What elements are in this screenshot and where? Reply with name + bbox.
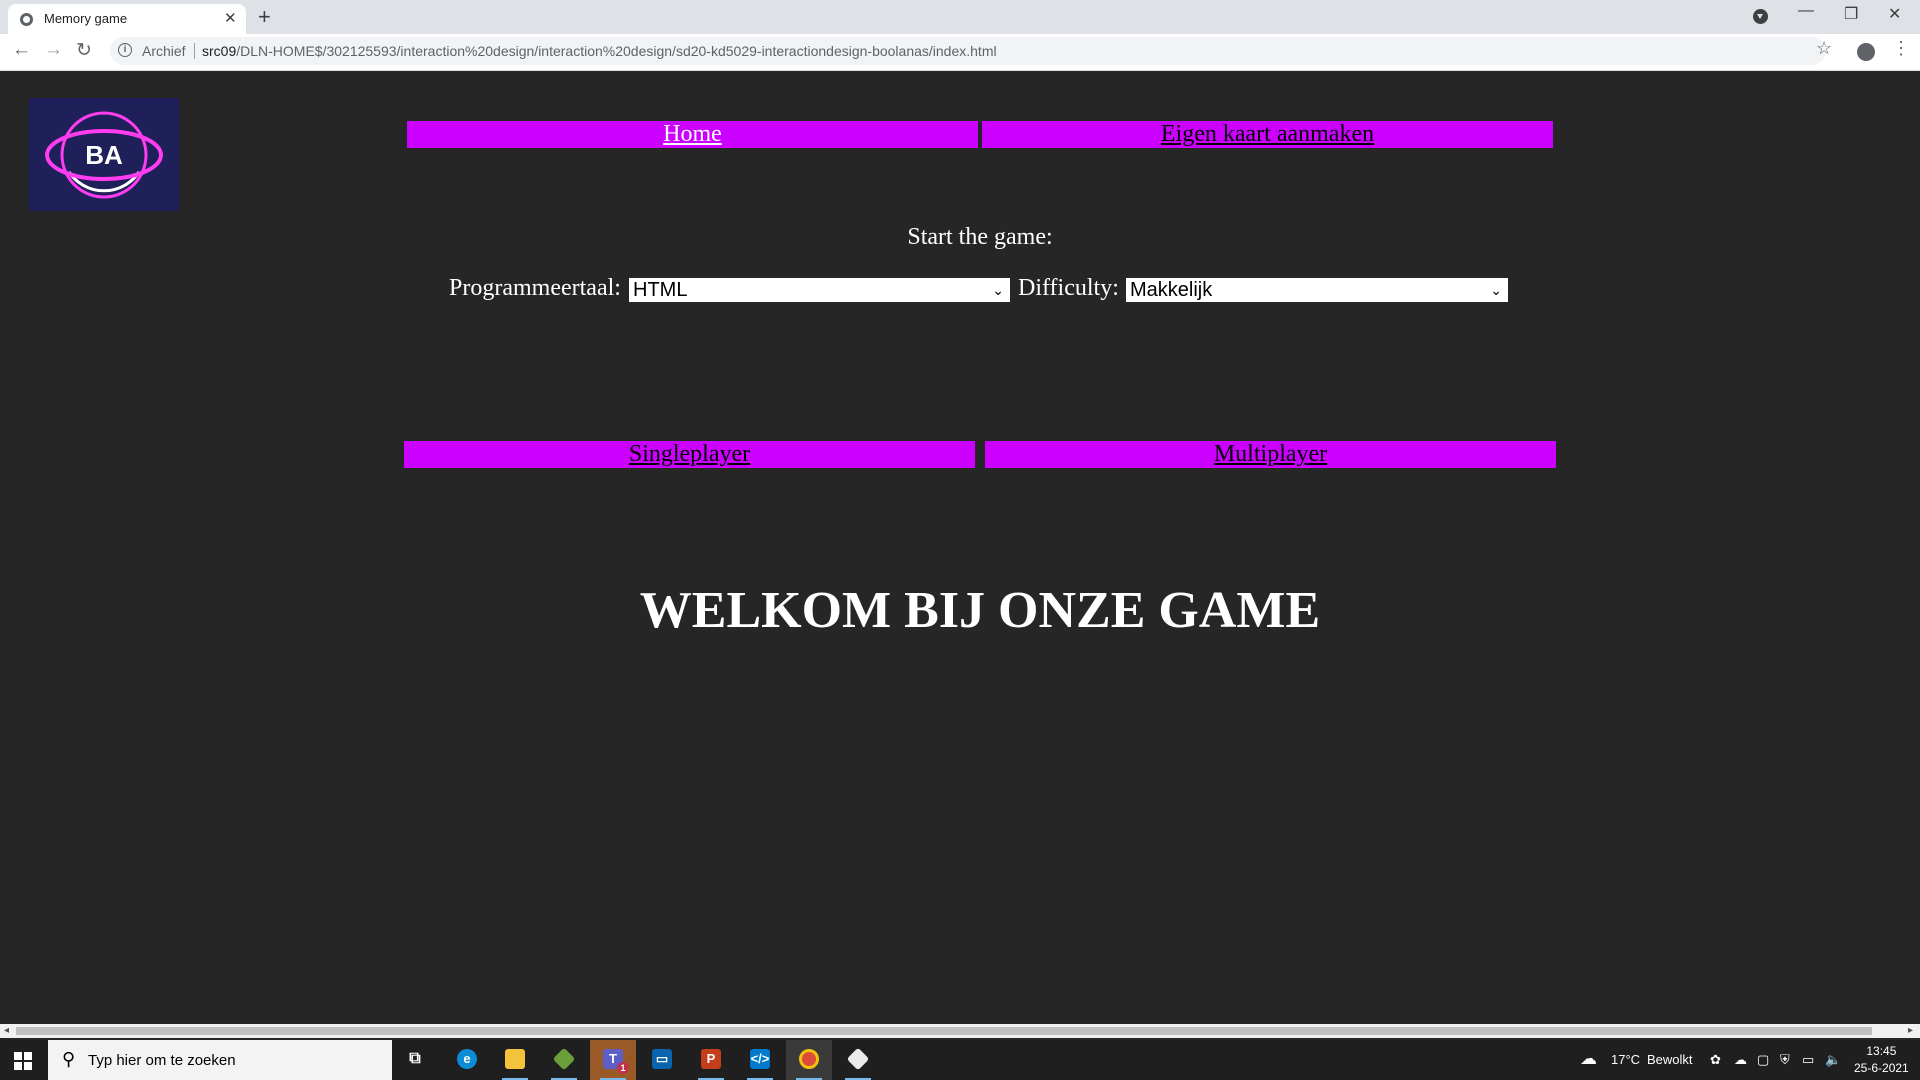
file-explorer-icon[interactable] [492,1040,538,1080]
profile-icon[interactable] [1857,43,1875,61]
menu-icon[interactable]: ⋮ [1892,38,1910,59]
vscode-icon[interactable]: </> [737,1040,783,1080]
date: 25-6-2021 [1854,1061,1909,1075]
chrome-icon[interactable] [786,1040,832,1080]
divider [194,43,195,59]
scrollbar-thumb[interactable] [16,1027,1872,1035]
url-text[interactable]: src09/DLN-HOME$/302125593/interaction%20… [202,43,997,59]
tab-title: Memory game [44,11,128,26]
task-view-icon[interactable]: ⧉ [392,1040,438,1080]
scroll-left-icon[interactable]: ◂ [4,1024,9,1038]
tab-search-icon[interactable] [1753,9,1768,24]
logo: BA [29,98,179,211]
taskbar: ⚲ Typ hier om te zoeken ⧉ e T1 ▭ P </> ☁… [0,1040,1920,1080]
network-icon[interactable]: ▭ [1802,1052,1814,1068]
difficulty-select[interactable]: Makkelijk ⌄ [1126,278,1508,302]
powerpoint-icon[interactable]: P [688,1040,734,1080]
welcome-heading: WELKOM BIJ ONZE GAME [639,582,1321,639]
language-select-value: HTML [633,279,688,301]
browser-toolbar: ← → ↻ i Archief src09/DLN-HOME$/30212559… [0,34,1920,71]
minimize-icon[interactable]: — [1798,2,1814,20]
logo-text: BA [85,140,123,170]
reload-icon[interactable]: ↻ [76,39,92,62]
language-select[interactable]: HTML ⌄ [629,278,1010,302]
star-icon[interactable]: ☆ [1816,38,1832,59]
windows-start-icon[interactable] [14,1052,32,1070]
globe-icon [20,13,33,26]
browser-tab[interactable]: Memory game ✕ [8,4,246,34]
browser-tab-bar: Memory game ✕ + — ❐ ✕ [0,0,1920,34]
create-card-link[interactable]: Eigen kaart aanmaken [982,121,1553,148]
git-client-2-icon[interactable] [835,1040,881,1080]
cloud-icon[interactable]: ☁ [1580,1049,1597,1069]
scroll-right-icon[interactable]: ▸ [1908,1024,1913,1038]
horizontal-scrollbar[interactable]: ◂ ▸ [0,1024,1920,1038]
security-icon[interactable]: ⛨ [1780,1052,1790,1068]
home-link[interactable]: Home [407,121,978,148]
search-icon: ⚲ [62,1049,76,1069]
singleplayer-button[interactable]: Singleplayer [404,441,975,468]
clock[interactable]: 13:45 25-6-2021 [1854,1043,1909,1077]
edge-icon[interactable]: e [444,1040,490,1080]
difficulty-label: Difficulty: [1018,275,1119,301]
teams-icon[interactable]: T1 [590,1040,636,1080]
search-placeholder: Typ hier om te zoeken [88,1052,236,1069]
archive-label: Archief [142,43,186,59]
weather-temp[interactable]: 17°C [1611,1052,1640,1067]
chevron-down-icon: ⌄ [992,282,1004,298]
multiplayer-button[interactable]: Multiplayer [985,441,1556,468]
language-label: Programmeertaal: [449,275,621,301]
time: 13:45 [1866,1044,1897,1058]
address-bar[interactable]: i Archief src09/DLN-HOME$/302125593/inte… [110,37,1826,65]
weather-text[interactable]: Bewolkt [1647,1052,1693,1067]
restore-icon[interactable]: ❐ [1844,4,1858,24]
tablet-icon[interactable]: ▢ [1757,1052,1769,1068]
taskbar-search[interactable]: ⚲ Typ hier om te zoeken [48,1040,392,1080]
close-window-icon[interactable]: ✕ [1888,4,1901,24]
git-client-icon[interactable] [541,1040,587,1080]
volume-muted-icon[interactable]: 🔈 [1825,1052,1841,1068]
teams-badge: 1 [617,1062,629,1074]
chevron-down-icon: ⌄ [1490,282,1502,298]
outlook-icon[interactable]: ▭ [639,1040,685,1080]
new-tab-button[interactable]: + [258,4,271,30]
tray-app-icon[interactable]: ✿ [1710,1052,1721,1068]
back-icon[interactable]: ← [12,39,31,61]
difficulty-select-value: Makkelijk [1130,279,1213,301]
info-icon[interactable]: i [118,43,132,57]
close-tab-icon[interactable]: ✕ [224,9,237,27]
onedrive-icon[interactable]: ☁ [1734,1052,1747,1068]
start-label: Start the game: [907,224,1053,250]
forward-icon[interactable]: → [44,39,63,61]
